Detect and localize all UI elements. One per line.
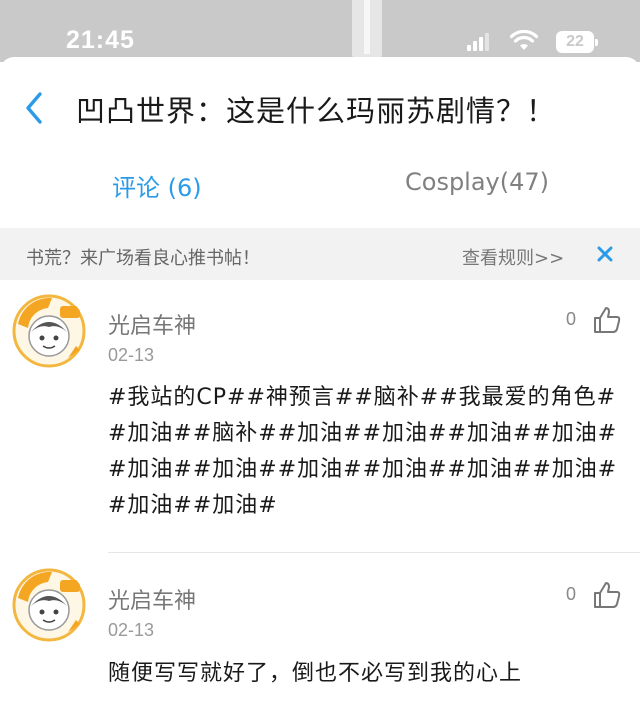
thumbs-up-icon[interactable] bbox=[592, 305, 622, 335]
status-time: 21:45 bbox=[66, 26, 135, 54]
status-bar: 21:45 22 bbox=[0, 0, 640, 62]
comment-text: 随便写写就好了，倒也不必写到我的心上 bbox=[108, 661, 523, 686]
username[interactable]: 光启车神 bbox=[108, 308, 196, 340]
wifi-icon bbox=[510, 30, 538, 50]
close-icon[interactable] bbox=[595, 244, 615, 264]
user-avatar[interactable] bbox=[12, 294, 86, 368]
battery-indicator: 22 bbox=[556, 31, 598, 53]
view-rules-link[interactable]: 查看规则>> bbox=[462, 244, 564, 270]
camera-notch bbox=[352, 0, 382, 60]
tab-comments[interactable]: 评论 (6) bbox=[112, 168, 202, 203]
username[interactable]: 光启车神 bbox=[108, 583, 196, 615]
tab-cosplay[interactable]: Cosplay(47) bbox=[405, 168, 549, 196]
user-avatar[interactable] bbox=[12, 568, 86, 642]
thumbs-up-icon[interactable] bbox=[592, 580, 622, 610]
comment-divider bbox=[108, 552, 640, 553]
comment-date: 02-13 bbox=[108, 620, 155, 640]
comment-text: #我站的CP##神预言##脑补##我最爱的角色##加油##脑补##加油##加油#… bbox=[108, 385, 618, 518]
signal-icon bbox=[467, 33, 493, 51]
page-title: 凹凸世界：这是什么玛丽苏剧情？！ bbox=[76, 94, 557, 128]
back-chevron-icon[interactable] bbox=[22, 88, 48, 128]
notice-text: 书荒？来广场看良心推书帖！ bbox=[26, 248, 260, 269]
like-count: 0 bbox=[566, 309, 577, 329]
like-count: 0 bbox=[566, 584, 577, 604]
comment-date: 02-13 bbox=[108, 345, 155, 365]
